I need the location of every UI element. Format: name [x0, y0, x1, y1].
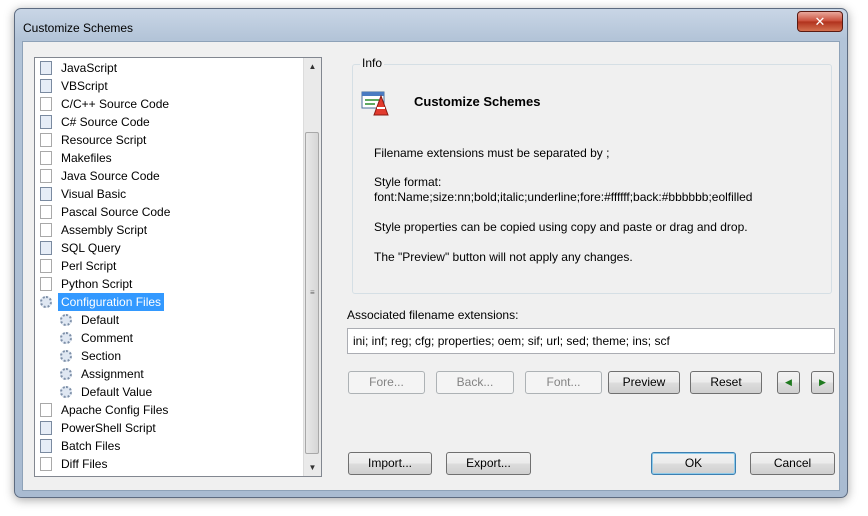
tree-item-label: Comment	[81, 331, 134, 345]
document-icon	[40, 223, 52, 237]
tree-item-label: Python Script	[61, 277, 133, 291]
document-icon	[40, 403, 52, 417]
csharp-icon	[40, 115, 52, 129]
tree-item-label: Diff Files	[61, 457, 108, 471]
grip-icon: ≡	[310, 288, 315, 297]
tree-item-label: Configuration Files	[58, 293, 165, 311]
tree-item-label: Apache Config Files	[61, 403, 169, 417]
info-group-label: Info	[360, 56, 385, 70]
tree-item-label: Assignment	[81, 367, 144, 381]
tree-item-label: Resource Script	[61, 133, 147, 147]
scheme-tree[interactable]: JavaScript VBScript C/C++ Source Code C# So…	[34, 57, 322, 477]
tree-items: JavaScript VBScript C/C++ Source Code C# So…	[35, 58, 303, 476]
reset-button[interactable]: Reset	[690, 371, 762, 394]
info-text-separator: Filename extensions must be separated by…	[374, 146, 610, 160]
gear-icon	[60, 367, 72, 381]
title-bar[interactable]: Customize Schemes ✕	[15, 9, 847, 43]
powershell-icon	[40, 421, 52, 435]
document-icon	[40, 277, 52, 291]
info-title: Customize Schemes	[414, 94, 541, 109]
customize-schemes-dialog: Customize Schemes ✕ JavaScript VBScript C/…	[14, 8, 848, 498]
tree-item-label: Pascal Source Code	[61, 205, 171, 219]
tree-item-label: JavaScript	[61, 61, 118, 75]
document-icon	[40, 205, 52, 219]
gear-icon	[40, 295, 52, 309]
back-button[interactable]: Back...	[436, 371, 514, 394]
gear-icon	[60, 331, 72, 345]
tree-item-label: Default	[81, 313, 120, 327]
tree-item-label: C# Source Code	[61, 115, 150, 129]
info-text-style-format-label: Style format:	[374, 175, 442, 189]
close-button[interactable]: ✕	[797, 11, 843, 32]
import-button[interactable]: Import...	[348, 452, 432, 475]
gear-icon	[60, 349, 72, 363]
tree-item-label: Batch Files	[61, 439, 121, 453]
scroll-up-arrow-icon[interactable]: ▲	[304, 58, 321, 75]
scroll-down-arrow-icon[interactable]: ▼	[304, 459, 321, 476]
document-icon	[40, 133, 52, 147]
export-button[interactable]: Export...	[446, 452, 531, 475]
previous-style-button[interactable]: ◀	[777, 371, 800, 394]
window-title: Customize Schemes	[23, 21, 134, 35]
sql-icon	[40, 241, 52, 255]
tree-item-label: PowerShell Script	[61, 421, 156, 435]
extensions-label: Associated filename extensions:	[347, 308, 519, 322]
script-icon	[40, 61, 52, 75]
tree-item-label: Default Value	[81, 385, 153, 399]
tree-item-label: Java Source Code	[61, 169, 160, 183]
tree-item-label: Makefiles	[61, 151, 112, 165]
vb-icon	[40, 187, 52, 201]
info-text-preview-hint: The "Preview" button will not apply any …	[374, 250, 633, 264]
tree-item-label: VBScript	[61, 79, 108, 93]
info-text-copy-hint: Style properties can be copied using cop…	[374, 220, 748, 234]
dialog-client-area: JavaScript VBScript C/C++ Source Code C# So…	[22, 41, 840, 491]
tree-item-label: SQL Query	[61, 241, 121, 255]
tree-item-label: Visual Basic	[61, 187, 127, 201]
gear-icon	[60, 385, 72, 399]
font-button[interactable]: Font...	[525, 371, 602, 394]
preview-button[interactable]: Preview	[608, 371, 680, 394]
tree-item-label: Section	[81, 349, 122, 363]
gear-icon	[60, 313, 72, 327]
cancel-button[interactable]: Cancel	[750, 452, 835, 475]
extensions-input[interactable]: ini; inf; reg; cfg; properties; oem; sif…	[347, 328, 835, 354]
tree-item-label: C/C++ Source Code	[61, 97, 170, 111]
fore-button[interactable]: Fore...	[348, 371, 425, 394]
customize-schemes-icon	[361, 91, 389, 116]
next-style-button[interactable]: ▶	[811, 371, 834, 394]
batch-icon	[40, 439, 52, 453]
scroll-thumb[interactable]: ≡	[305, 132, 319, 454]
tree-scrollbar[interactable]: ▲ ≡ ▼	[303, 58, 321, 476]
script-icon	[40, 79, 52, 93]
document-icon	[40, 457, 52, 471]
document-icon	[40, 259, 52, 273]
document-icon	[40, 169, 52, 183]
document-icon	[40, 97, 52, 111]
tree-item-label: Assembly Script	[61, 223, 148, 237]
ok-button[interactable]: OK	[651, 452, 736, 475]
document-icon	[40, 151, 52, 165]
info-text-style-format: font:Name;size:nn;bold;italic;underline;…	[374, 190, 753, 204]
tree-item-label: Perl Script	[61, 259, 117, 273]
